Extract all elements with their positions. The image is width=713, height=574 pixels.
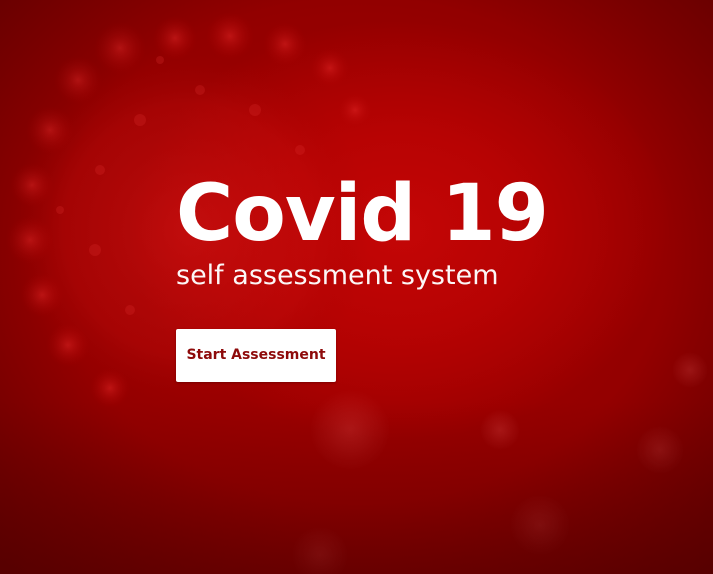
page-title: Covid 19 (176, 169, 549, 259)
hero-content: Covid 19 self assessment system Start As… (176, 168, 549, 382)
start-assessment-button[interactable]: Start Assessment (176, 329, 336, 382)
hero-section: Covid 19 self assessment system Start As… (0, 0, 713, 574)
page-subtitle: self assessment system (176, 260, 499, 291)
